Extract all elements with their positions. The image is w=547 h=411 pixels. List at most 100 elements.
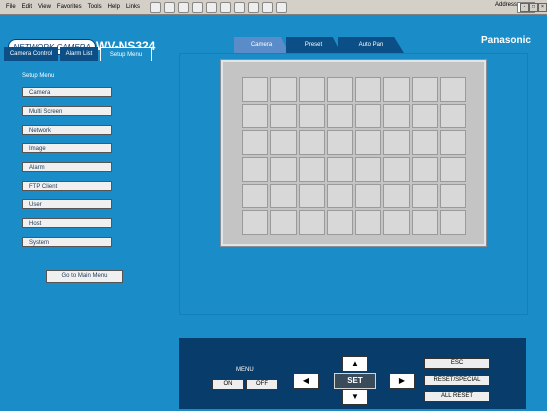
- grid-cell[interactable]: [355, 156, 382, 182]
- tab-camera[interactable]: Camera: [234, 37, 289, 53]
- grid-cell[interactable]: [270, 156, 297, 182]
- grid-cell[interactable]: [242, 183, 269, 209]
- grid-cell[interactable]: [242, 77, 269, 102]
- grid-cell[interactable]: [439, 103, 466, 129]
- home-icon[interactable]: [205, 1, 217, 13]
- set-button[interactable]: SET: [334, 373, 376, 389]
- grid-cell[interactable]: [298, 103, 325, 129]
- setup-menu-heading: Setup Menu: [22, 73, 55, 79]
- minimize-icon[interactable]: -: [520, 3, 529, 12]
- camera-area-grid[interactable]: [242, 77, 466, 235]
- reset-special-button[interactable]: RESET/SPECIAL: [424, 375, 490, 386]
- grid-cell[interactable]: [383, 210, 410, 235]
- grid-cell[interactable]: [242, 156, 269, 182]
- grid-cell[interactable]: [411, 183, 438, 209]
- tab-preset[interactable]: Preset: [286, 37, 341, 53]
- browser-toolbar: [149, 1, 287, 13]
- maximize-icon[interactable]: □: [529, 3, 538, 12]
- grid-cell[interactable]: [411, 103, 438, 129]
- grid-cell[interactable]: [383, 183, 410, 209]
- menu-alarm-button[interactable]: Alarm: [22, 162, 112, 172]
- menu-off-button[interactable]: OFF: [246, 379, 278, 390]
- grid-cell[interactable]: [298, 183, 325, 209]
- menu-tools[interactable]: Tools: [88, 4, 102, 10]
- menu-file[interactable]: File: [6, 4, 16, 10]
- grid-cell[interactable]: [270, 130, 297, 155]
- grid-cell[interactable]: [270, 77, 297, 102]
- grid-cell[interactable]: [383, 130, 410, 155]
- grid-cell[interactable]: [411, 156, 438, 182]
- search-icon[interactable]: [219, 1, 231, 13]
- grid-cell[interactable]: [270, 183, 297, 209]
- right-arrow-button[interactable]: ▶: [389, 373, 415, 389]
- grid-cell[interactable]: [355, 130, 382, 155]
- menu-on-button[interactable]: ON: [212, 379, 244, 390]
- menu-favorites[interactable]: Favorites: [57, 4, 82, 10]
- grid-cell[interactable]: [242, 130, 269, 155]
- refresh-icon[interactable]: [191, 1, 203, 13]
- browser-menubar: File Edit View Favorites Tools Help Link…: [0, 0, 547, 15]
- grid-cell[interactable]: [355, 183, 382, 209]
- grid-cell[interactable]: [439, 77, 466, 102]
- down-arrow-button[interactable]: ▼: [342, 389, 368, 405]
- print-icon[interactable]: [275, 1, 287, 13]
- tab-setup-menu[interactable]: Setup Menu: [100, 47, 152, 62]
- menu-network-button[interactable]: Network: [22, 125, 112, 135]
- grid-cell[interactable]: [326, 77, 353, 102]
- esc-button[interactable]: ESC: [424, 358, 490, 369]
- grid-cell[interactable]: [355, 103, 382, 129]
- tab-camera-control[interactable]: Camera Control: [4, 47, 58, 61]
- grid-cell[interactable]: [242, 210, 269, 235]
- menu-view[interactable]: View: [38, 4, 51, 10]
- grid-cell[interactable]: [326, 210, 353, 235]
- grid-cell[interactable]: [439, 156, 466, 182]
- left-arrow-button[interactable]: ◀: [293, 373, 319, 389]
- grid-cell[interactable]: [355, 77, 382, 102]
- grid-cell[interactable]: [411, 210, 438, 235]
- address-label: Address: [494, 2, 517, 8]
- forward-icon[interactable]: [163, 1, 175, 13]
- mail-icon[interactable]: [261, 1, 273, 13]
- grid-cell[interactable]: [298, 156, 325, 182]
- stop-icon[interactable]: [177, 1, 189, 13]
- grid-cell[interactable]: [270, 210, 297, 235]
- menu-camera-button[interactable]: Camera: [22, 87, 112, 97]
- menu-edit[interactable]: Edit: [22, 4, 32, 10]
- grid-cell[interactable]: [270, 103, 297, 129]
- tab-auto-pan[interactable]: Auto Pan: [338, 37, 404, 53]
- menu-image-button[interactable]: Image: [22, 143, 112, 153]
- grid-cell[interactable]: [326, 156, 353, 182]
- menu-multi-screen-button[interactable]: Multi Screen: [22, 106, 112, 116]
- history-icon[interactable]: [247, 1, 259, 13]
- all-reset-button[interactable]: ALL RESET: [424, 391, 490, 402]
- grid-cell[interactable]: [439, 210, 466, 235]
- go-to-main-menu-button[interactable]: Go to Main Menu: [46, 270, 123, 283]
- back-icon[interactable]: [149, 1, 161, 13]
- grid-cell[interactable]: [355, 210, 382, 235]
- grid-cell[interactable]: [326, 130, 353, 155]
- menu-label: MENU: [236, 367, 254, 373]
- grid-cell[interactable]: [383, 77, 410, 102]
- tab-alarm-list[interactable]: Alarm List: [60, 47, 98, 61]
- grid-cell[interactable]: [411, 77, 438, 102]
- close-icon[interactable]: ×: [538, 3, 547, 12]
- up-arrow-button[interactable]: ▲: [342, 356, 368, 372]
- grid-cell[interactable]: [326, 183, 353, 209]
- grid-cell[interactable]: [383, 103, 410, 129]
- grid-cell[interactable]: [326, 103, 353, 129]
- grid-cell[interactable]: [298, 130, 325, 155]
- grid-cell[interactable]: [439, 130, 466, 155]
- menu-ftp-client-button[interactable]: FTP Client: [22, 181, 112, 191]
- menu-user-button[interactable]: User: [22, 199, 112, 209]
- favorites-icon[interactable]: [233, 1, 245, 13]
- grid-cell[interactable]: [242, 103, 269, 129]
- menu-system-button[interactable]: System: [22, 237, 112, 247]
- grid-cell[interactable]: [411, 130, 438, 155]
- links[interactable]: Links: [126, 4, 140, 10]
- menu-help[interactable]: Help: [108, 4, 120, 10]
- grid-cell[interactable]: [298, 77, 325, 102]
- grid-cell[interactable]: [383, 156, 410, 182]
- menu-host-button[interactable]: Host: [22, 218, 112, 228]
- grid-cell[interactable]: [439, 183, 466, 209]
- grid-cell[interactable]: [298, 210, 325, 235]
